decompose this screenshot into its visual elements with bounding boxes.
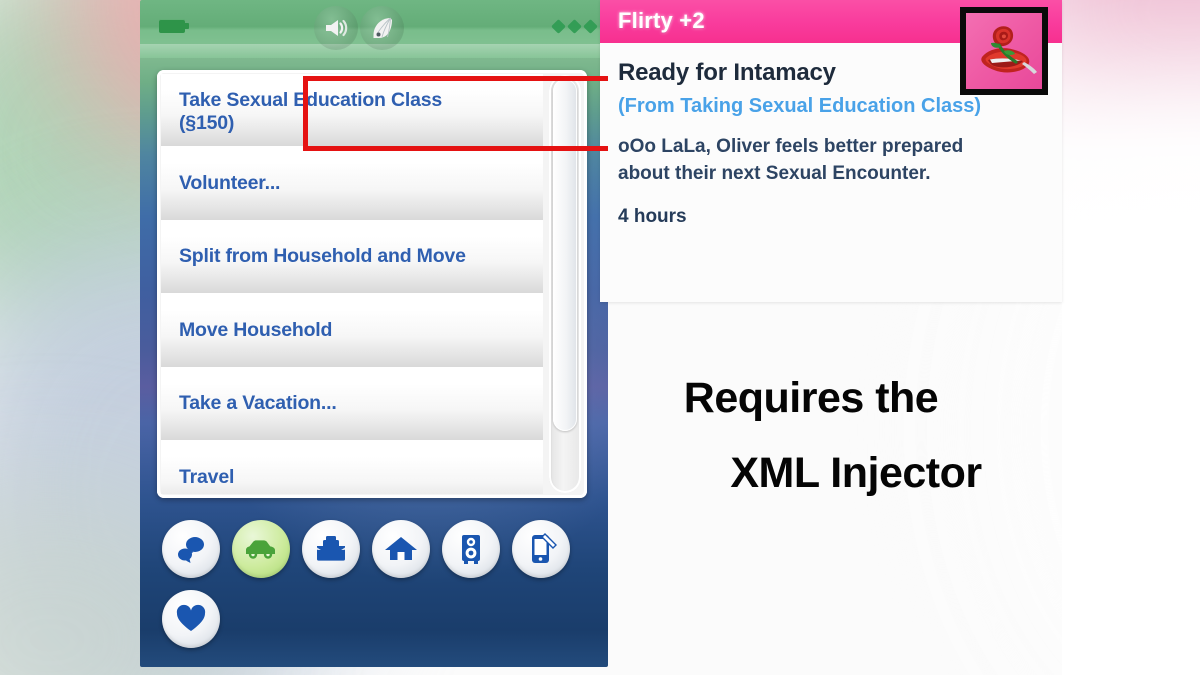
heart-icon[interactable] [162, 590, 220, 648]
scrollbar-thumb[interactable] [553, 79, 577, 431]
diamond-icon [583, 19, 598, 34]
screenshot-root: Take Sexual Education Class (§150) Volun… [0, 0, 1200, 675]
moodlet-source: (From Taking Sexual Education Class) [618, 95, 982, 117]
menu-item-take-a-vacation[interactable]: Take a Vacation... [161, 367, 543, 441]
moodlet-tooltip: Flirty +2 Ready for Intamacy (From Takin… [600, 0, 1062, 302]
vertical-scrollbar[interactable] [549, 75, 581, 493]
menu-item-volunteer[interactable]: Volunteer... [161, 147, 543, 221]
mood-label: Flirty +2 [618, 8, 705, 33]
moodlet-duration: 4 hours [618, 205, 687, 227]
home-icon[interactable] [372, 520, 430, 578]
requires-note: Requires the XML Injector [604, 336, 1062, 536]
diamond-icon [551, 19, 566, 34]
category-icon-bar [162, 520, 582, 648]
audio-icon[interactable] [442, 520, 500, 578]
car-icon[interactable] [232, 520, 290, 578]
battery-icon [159, 19, 189, 33]
menu-item-take-sexual-education-class[interactable]: Take Sexual Education Class (§150) [161, 74, 543, 148]
rose-lips-icon-art [966, 13, 1042, 89]
menu-item-label: Take a Vacation... [179, 392, 337, 415]
menu-item-cost: (§150) [179, 112, 235, 135]
menu-item-travel[interactable]: Travel [161, 440, 543, 494]
menu-item-label: Split from Household and Move [179, 245, 466, 268]
interaction-menu-list: Take Sexual Education Class (§150) Volun… [157, 70, 587, 498]
menu-item-label: Volunteer... [179, 172, 281, 195]
social-icon[interactable] [162, 520, 220, 578]
rose-lips-icon [960, 7, 1048, 95]
menu-item-label: Move Household [179, 318, 333, 341]
career-icon[interactable] [302, 520, 360, 578]
menu-item-label: Travel [179, 465, 235, 488]
diamond-indicator-group [551, 19, 598, 34]
panel-header-bar [140, 0, 608, 58]
fan-icon[interactable] [360, 6, 404, 50]
speaker-icon[interactable] [314, 6, 358, 50]
sims-interaction-panel: Take Sexual Education Class (§150) Volun… [140, 0, 608, 667]
requires-note-line2: XML Injector [730, 449, 982, 497]
phone-icon[interactable] [512, 520, 570, 578]
requires-note-line1: Requires the [683, 374, 939, 422]
moodlet-description: oOo LaLa, Oliver feels better prepared a… [618, 135, 964, 184]
menu-item-split-from-household-and-move[interactable]: Split from Household and Move [161, 220, 543, 295]
background-right-white-field [1062, 0, 1200, 675]
interaction-menu-scrollview[interactable]: Take Sexual Education Class (§150) Volun… [161, 74, 543, 494]
diamond-icon [567, 19, 582, 34]
menu-item-label: Take Sexual Education Class [179, 89, 443, 112]
menu-item-move-household[interactable]: Move Household [161, 294, 543, 368]
